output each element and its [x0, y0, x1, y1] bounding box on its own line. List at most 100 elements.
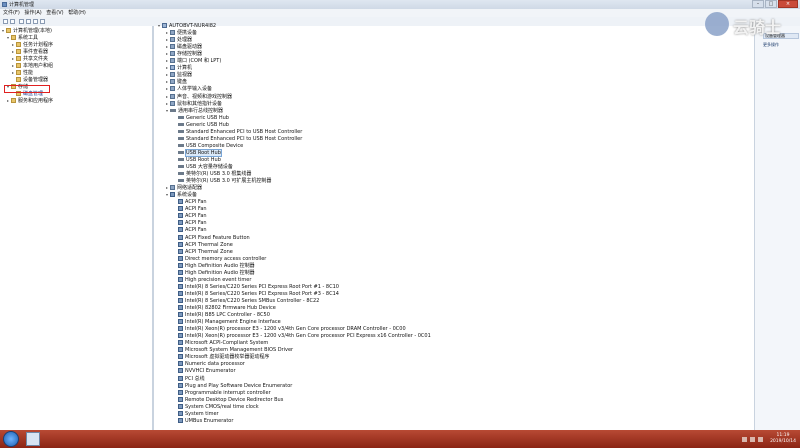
- device-tree-item[interactable]: Intel(R) Xeon(R) processor E3 - 1200 v3/…: [174, 333, 431, 339]
- device-tree-item[interactable]: ▾ 系统设备: [166, 192, 197, 198]
- device-tree-item[interactable]: Intel(R) 82802 Firmware Hub Device: [174, 305, 276, 311]
- taskbar-app-computer-management[interactable]: [26, 432, 40, 446]
- device-tree-item[interactable]: ▸ 声音、视频和游戏控制器: [166, 93, 232, 100]
- device-tree-item[interactable]: USB 大容量存储设备: [174, 164, 233, 170]
- device-tree-item[interactable]: Microsoft 虚拟驱动器枚举器驱动程序: [174, 354, 269, 360]
- device-tree-item[interactable]: Intel(R) 8 Series/C220 Series PCI Expres…: [174, 290, 339, 297]
- nav-tree-item[interactable]: ▾ 系统工具: [7, 35, 38, 41]
- flag-icon[interactable]: [758, 436, 764, 442]
- device-tree-item[interactable]: Plug and Play Software Device Enumerator: [174, 382, 292, 389]
- device-tree-item[interactable]: ▸ 键盘: [166, 79, 187, 85]
- device-tree-item[interactable]: Intel(R) 8 Series/C220 Series SMBus Cont…: [174, 297, 319, 304]
- device-tree-label: Intel(R) 82802 Firmware Hub Device: [185, 305, 276, 311]
- nav-tree-item[interactable]: ▸ 任务计划程序: [12, 42, 53, 48]
- menu-view[interactable]: 查看(V): [46, 9, 63, 17]
- device-tree-item[interactable]: Standard Enhanced PCI to USB Host Contro…: [174, 136, 302, 142]
- app-icon: [2, 2, 7, 7]
- device-tree-item[interactable]: Intel(R) B85 LPC Controller - 8C50: [174, 312, 270, 318]
- more-actions-link[interactable]: 更多操作: [763, 42, 779, 48]
- device-tree-item[interactable]: 英特尔(R) USB 3.0 可扩展主机控制器: [174, 178, 271, 184]
- device-icon: [170, 30, 175, 36]
- device-tree-item[interactable]: ACPI Thermal Zone: [174, 248, 233, 255]
- device-tree-item[interactable]: Intel(R) Xeon(R) processor E3 - 1200 v3/…: [174, 326, 406, 332]
- device-tree-item[interactable]: USB Root Hub: [174, 148, 222, 157]
- device-tree-item[interactable]: ▸ 便携设备: [166, 30, 197, 36]
- menu-help[interactable]: 帮助(H): [68, 9, 86, 17]
- device-tree-label: Intel(R) Management Engine Interface: [185, 319, 281, 326]
- device-tree-item[interactable]: USB Root Hub: [174, 157, 221, 163]
- device-tree-label: NVVHCI Enumerator: [185, 368, 236, 375]
- menu-file[interactable]: 文件(F): [3, 9, 20, 17]
- device-tree-item[interactable]: ACPI Fixed Feature Button: [174, 234, 250, 241]
- volume-icon[interactable]: [750, 436, 756, 442]
- device-tree-item[interactable]: 英特尔(R) USB 3.0 根集线器: [174, 171, 251, 177]
- device-tree-item[interactable]: ▾ 通用串行总线控制器: [166, 108, 223, 114]
- clock[interactable]: 11:19 2019/10/14: [770, 433, 796, 445]
- system-device-icon: [178, 199, 183, 205]
- forward-icon[interactable]: [10, 19, 15, 24]
- device-tree-item[interactable]: High Definition Audio 控制器: [174, 262, 255, 269]
- device-tree-item[interactable]: System timer: [174, 410, 219, 417]
- properties-icon[interactable]: [40, 19, 45, 24]
- device-tree-item[interactable]: Microsoft System Management BIOS Driver: [174, 347, 293, 353]
- help-icon[interactable]: [33, 19, 38, 24]
- network-icon[interactable]: [742, 436, 748, 442]
- device-tree-item[interactable]: System CMOS/real time clock: [174, 403, 259, 410]
- device-tree-item[interactable]: Intel(R) 8 Series/C220 Series PCI Expres…: [174, 283, 339, 290]
- device-tree-item[interactable]: ▸ 处理器: [166, 37, 192, 43]
- nav-tree-item[interactable]: ▸ 共享文件夹: [12, 56, 48, 62]
- nav-tree-item[interactable]: ▾ 计算机管理(本地): [2, 28, 52, 34]
- device-tree-item[interactable]: Remote Desktop Device Redirector Bus: [174, 396, 283, 403]
- device-tree-item[interactable]: ▸ 计算机: [166, 65, 192, 71]
- device-tree-item[interactable]: ACPI Fan: [174, 220, 207, 226]
- device-tree-item[interactable]: Standard Enhanced PCI to USB Host Contro…: [174, 129, 302, 135]
- device-tree-item[interactable]: ▸ 鼠标和其他指针设备: [166, 100, 222, 107]
- device-tree-item[interactable]: ACPI Thermal Zone: [174, 241, 233, 248]
- up-icon[interactable]: [19, 19, 24, 24]
- minimize-button[interactable]: –: [752, 0, 764, 8]
- device-tree-item[interactable]: Generic USB Hub: [174, 122, 229, 128]
- device-tree-item[interactable]: ACPI Fan: [174, 199, 207, 205]
- nav-tree-item[interactable]: ▸ 本地用户和组: [12, 63, 53, 69]
- device-tree-item[interactable]: ▸ 网络适配器: [166, 185, 202, 191]
- device-tree-item[interactable]: NVVHCI Enumerator: [174, 368, 236, 374]
- close-button[interactable]: ×: [778, 0, 798, 8]
- device-tree-item[interactable]: USB Composite Device: [174, 143, 243, 149]
- device-tree-item[interactable]: Programmable interrupt controller: [174, 389, 271, 396]
- folder-icon: [16, 70, 21, 75]
- device-tree-item[interactable]: Numeric data processor: [174, 361, 245, 367]
- show-tree-icon[interactable]: [26, 19, 31, 24]
- system-device-icon: [178, 326, 183, 332]
- nav-tree-item[interactable]: 设备管理器: [12, 77, 48, 83]
- start-button[interactable]: [3, 431, 19, 447]
- device-tree-item[interactable]: ACPI Fan: [174, 227, 207, 233]
- device-tree-item[interactable]: ▸ 存储控制器: [166, 51, 202, 57]
- device-tree-item[interactable]: High precision event timer: [174, 276, 251, 283]
- device-tree-item[interactable]: ▸ 人体学输入设备: [166, 86, 212, 92]
- menu-action[interactable]: 操作(A): [24, 9, 41, 17]
- folder-icon: [16, 42, 21, 47]
- system-device-icon: [178, 347, 183, 353]
- device-tree-item[interactable]: High Definition Audio 控制器: [174, 269, 255, 276]
- usb-device-icon: [178, 150, 184, 154]
- device-tree-label: 英特尔(R) USB 3.0 可扩展主机控制器: [186, 178, 272, 185]
- device-tree-item[interactable]: UMBus Enumerator: [174, 417, 233, 424]
- device-tree-item[interactable]: ▸ 监视器: [166, 72, 192, 78]
- device-tree-item[interactable]: PCI 总线: [174, 375, 205, 382]
- folder-icon: [6, 28, 11, 33]
- device-tree-item[interactable]: Microsoft ACPI-Compliant System: [174, 340, 268, 346]
- device-tree-item[interactable]: ▸ 端口 (COM 和 LPT): [166, 58, 221, 64]
- back-icon[interactable]: [3, 19, 8, 24]
- maximize-button[interactable]: □: [765, 0, 777, 8]
- device-tree-item[interactable]: Generic USB Hub: [174, 115, 229, 121]
- nav-tree-item[interactable]: ▸ 服务和应用程序: [7, 98, 53, 104]
- device-tree-item[interactable]: Intel(R) Management Engine Interface: [174, 319, 281, 325]
- device-tree-item[interactable]: ▸ 磁盘驱动器: [166, 44, 202, 50]
- device-tree-label: 系统设备: [177, 192, 198, 199]
- device-tree-item[interactable]: ▾ AUTOBVT-NUR4I82: [158, 23, 216, 29]
- device-tree-item[interactable]: ACPI Fan: [174, 206, 207, 212]
- nav-tree-item[interactable]: ▸ 事件查看器: [12, 49, 48, 55]
- nav-tree-item[interactable]: ▸ 性能: [12, 70, 33, 76]
- device-tree-item[interactable]: ACPI Fan: [174, 213, 207, 219]
- device-tree-item[interactable]: Direct memory access controller: [174, 255, 266, 262]
